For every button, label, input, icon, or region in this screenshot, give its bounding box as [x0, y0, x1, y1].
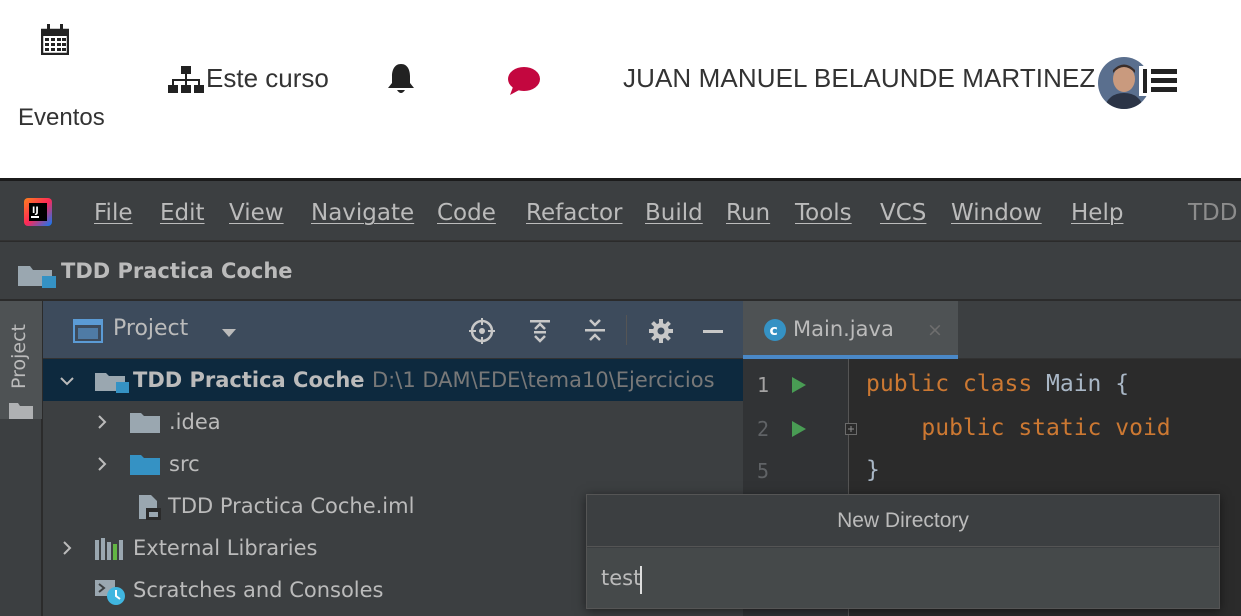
- folder-icon: [130, 413, 160, 433]
- menu-navigate[interactable]: Navigate: [311, 200, 414, 226]
- tree-label: External Libraries: [133, 536, 318, 560]
- module-folder-icon: [95, 373, 129, 393]
- code-text: }: [866, 457, 880, 483]
- minimize-icon[interactable]: [699, 317, 727, 345]
- code-text: Main {: [1046, 371, 1130, 397]
- menu-icon[interactable]: [1139, 66, 1179, 96]
- breadcrumb-project[interactable]: TDD Practica Coche: [61, 259, 293, 283]
- sitemap-icon: [168, 66, 204, 93]
- menu-bar: IJ File Edit View Navigate Code Refactor…: [0, 181, 1241, 241]
- course-link[interactable]: Este curso: [206, 63, 329, 94]
- module-folder-icon: [18, 266, 56, 288]
- code-line[interactable]: public static void: [866, 415, 1171, 441]
- tree-label: .idea: [169, 410, 221, 434]
- tree-row-src[interactable]: src: [43, 443, 743, 485]
- menu-file[interactable]: File: [94, 200, 133, 226]
- project-view-icon: [73, 319, 103, 343]
- line-number: 2: [757, 417, 770, 441]
- events-link[interactable]: Eventos: [18, 104, 105, 132]
- libraries-icon: [95, 538, 123, 560]
- java-class-icon: c: [764, 319, 786, 341]
- chevron-down-icon[interactable]: [221, 328, 237, 338]
- close-icon[interactable]: ×: [927, 319, 943, 341]
- tree-row-idea[interactable]: .idea: [43, 401, 743, 443]
- line-number: 1: [757, 373, 770, 397]
- menu-help[interactable]: Help: [1071, 200, 1123, 226]
- run-icon[interactable]: [791, 376, 807, 394]
- menu-window[interactable]: Window: [951, 200, 1042, 226]
- locate-icon[interactable]: [468, 317, 496, 345]
- code-line[interactable]: }: [866, 457, 880, 483]
- project-tool-tab[interactable]: Project: [0, 301, 42, 419]
- new-directory-dialog: New Directory: [586, 494, 1220, 609]
- code-line[interactable]: public class Main {: [866, 371, 1129, 397]
- menu-edit[interactable]: Edit: [160, 200, 205, 226]
- project-tab-label: Project: [8, 323, 30, 389]
- folder-icon: [9, 403, 33, 419]
- tree-path: D:\1 DAM\EDE\tema10\Ejercicios: [372, 368, 715, 392]
- menu-tools[interactable]: Tools: [795, 200, 852, 226]
- tree-label: Scratches and Consoles: [133, 578, 384, 602]
- menu-view[interactable]: View: [229, 200, 284, 226]
- editor-tab-bar: c Main.java ×: [743, 301, 1241, 359]
- menu-refactor[interactable]: Refactor: [526, 200, 622, 226]
- tree-label: TDD Practica Coche.iml: [168, 494, 415, 518]
- toolbar-divider: [626, 315, 627, 345]
- intellij-logo-icon: IJ: [24, 198, 52, 226]
- bell-icon[interactable]: [386, 62, 416, 96]
- chevron-right-icon[interactable]: [94, 414, 110, 430]
- code-keyword: public static void: [866, 415, 1171, 441]
- chevron-right-icon[interactable]: [59, 540, 75, 556]
- chevron-right-icon[interactable]: [94, 456, 110, 472]
- gear-icon[interactable]: [647, 317, 675, 345]
- directory-name-input[interactable]: [587, 548, 1219, 608]
- tree-row-project-root[interactable]: TDD Practica Coche D:\1 DAM\EDE\tema10\E…: [43, 359, 743, 401]
- expand-all-icon[interactable]: [526, 317, 554, 345]
- svg-text:IJ: IJ: [32, 206, 39, 216]
- calendar-icon[interactable]: [41, 24, 69, 55]
- dialog-title: New Directory: [587, 495, 1219, 547]
- tab-label: Main.java: [793, 317, 894, 341]
- text-caret: [640, 566, 642, 594]
- scratches-icon: [95, 580, 125, 605]
- project-view-selector[interactable]: Project: [113, 316, 188, 341]
- menu-code[interactable]: Code: [437, 200, 496, 226]
- tool-window-strip: Project: [0, 301, 42, 616]
- navigation-bar: TDD Practica Coche: [0, 242, 1241, 300]
- moodle-navbar: Eventos Este curso JUAN MANUEL BELAUNDE …: [0, 0, 1241, 178]
- collapse-all-icon[interactable]: [581, 317, 609, 345]
- comment-icon[interactable]: [507, 66, 541, 96]
- menu-vcs[interactable]: VCS: [880, 200, 926, 226]
- tree-label: src: [169, 452, 200, 476]
- project-toolbar: Project: [43, 301, 743, 359]
- source-folder-icon: [130, 455, 160, 475]
- iml-file-icon: [139, 495, 161, 520]
- run-icon[interactable]: [791, 420, 807, 438]
- window-title: TDD: [1188, 200, 1238, 226]
- fold-icon[interactable]: [845, 423, 857, 435]
- menu-run[interactable]: Run: [726, 200, 770, 226]
- chevron-down-icon[interactable]: [59, 373, 75, 389]
- svg-text:c: c: [770, 323, 778, 339]
- user-name[interactable]: JUAN MANUEL BELAUNDE MARTINEZ: [623, 63, 1095, 94]
- line-number: 5: [757, 459, 770, 483]
- tab-main-java[interactable]: c Main.java ×: [743, 301, 958, 359]
- code-keyword: public class: [866, 371, 1047, 397]
- tree-label: TDD Practica Coche: [133, 368, 365, 392]
- menu-build[interactable]: Build: [645, 200, 703, 226]
